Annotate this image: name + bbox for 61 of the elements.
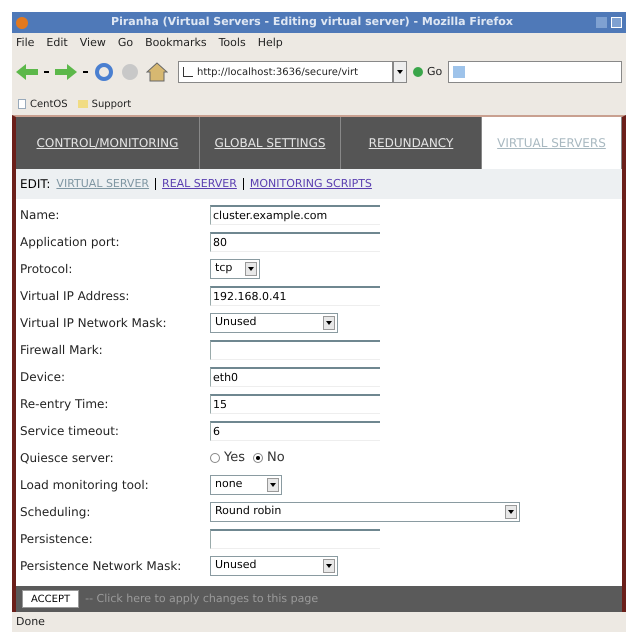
dropdown[interactable]: Unused: [210, 556, 338, 576]
window-title: Piranha (Virtual Servers - Editing virtual server) - Mozilla Firefox: [110, 14, 514, 30]
field-label: Scheduling:: [20, 504, 92, 520]
radio-label: No: [267, 448, 285, 467]
field-label: Virtual IP Address:: [20, 288, 130, 304]
search-engine-icon: [453, 66, 466, 78]
accept-button[interactable]: ACCEPT: [22, 590, 80, 608]
field-label: Load monitoring tool:: [20, 476, 150, 494]
menu-item[interactable]: File: [16, 35, 34, 52]
subnav-link[interactable]: REAL SERVER: [162, 176, 237, 192]
dropdown[interactable]: Round robin: [210, 502, 520, 522]
go-icon: [413, 67, 423, 77]
field-label: Application port:: [20, 234, 121, 250]
page-icon: [18, 99, 26, 109]
field-label: Re-entry Time:: [20, 396, 110, 412]
dropdown[interactable]: tcp: [210, 258, 260, 278]
text-field[interactable]: 6: [210, 420, 380, 440]
field-label: Persistence Network Mask:: [20, 558, 182, 574]
subnav-link[interactable]: MONITORING SCRIPTS: [250, 176, 372, 192]
forward-arrow-icon[interactable]: [55, 63, 77, 81]
menu-item[interactable]: Edit: [46, 35, 68, 52]
text-field[interactable]: [210, 340, 380, 360]
field-label: Virtual IP Network Mask:: [20, 314, 168, 332]
field-label: Persistence:: [20, 530, 94, 548]
dropdown-caret-icon[interactable]: [393, 61, 407, 83]
text-field[interactable]: cluster.example.com: [210, 204, 380, 224]
bookmark-item[interactable]: Support: [78, 96, 132, 112]
menu-item[interactable]: Tools: [218, 35, 246, 52]
edit-label: EDIT:: [20, 176, 50, 193]
search-field[interactable]: [448, 61, 622, 83]
browser-icon: [16, 16, 28, 28]
menu-item[interactable]: Bookmarks: [145, 35, 207, 52]
text-field[interactable]: eth0: [210, 366, 380, 386]
maximize-icon[interactable]: [611, 17, 622, 28]
text-field[interactable]: 80: [210, 232, 380, 252]
text-field[interactable]: 192.168.0.41: [210, 286, 380, 306]
menu-item[interactable]: Go: [118, 35, 134, 52]
radio-label: Yes: [224, 448, 245, 467]
accept-hint: -- Click here to apply changes to this page: [85, 590, 318, 607]
bookmark-item[interactable]: CentOS: [18, 96, 68, 112]
field-label: Protocol:: [20, 260, 74, 278]
folder-icon: [78, 100, 88, 108]
status-text: Done: [16, 614, 45, 630]
field-label: Device:: [20, 368, 66, 386]
radio-button[interactable]: [253, 452, 263, 462]
radio-button[interactable]: [210, 452, 220, 462]
reload-icon[interactable]: [94, 62, 114, 82]
text-field[interactable]: [210, 528, 380, 548]
field-label: Service timeout:: [20, 422, 120, 440]
dropdown[interactable]: none: [210, 474, 282, 494]
text-field[interactable]: 15: [210, 394, 380, 414]
back-arrow-icon[interactable]: [16, 63, 38, 81]
field-label: Firewall Mark:: [20, 342, 104, 358]
menu-item[interactable]: Help: [258, 35, 283, 52]
menu-item[interactable]: View: [80, 35, 106, 52]
field-label: Quiesce server:: [20, 450, 115, 466]
home-icon[interactable]: [146, 62, 168, 82]
field-label: Name:: [20, 206, 60, 224]
dropdown[interactable]: Unused: [210, 312, 338, 332]
address-field[interactable]: http://localhost:3636/secure/virt: [178, 61, 393, 83]
go-button[interactable]: Go: [413, 64, 442, 80]
